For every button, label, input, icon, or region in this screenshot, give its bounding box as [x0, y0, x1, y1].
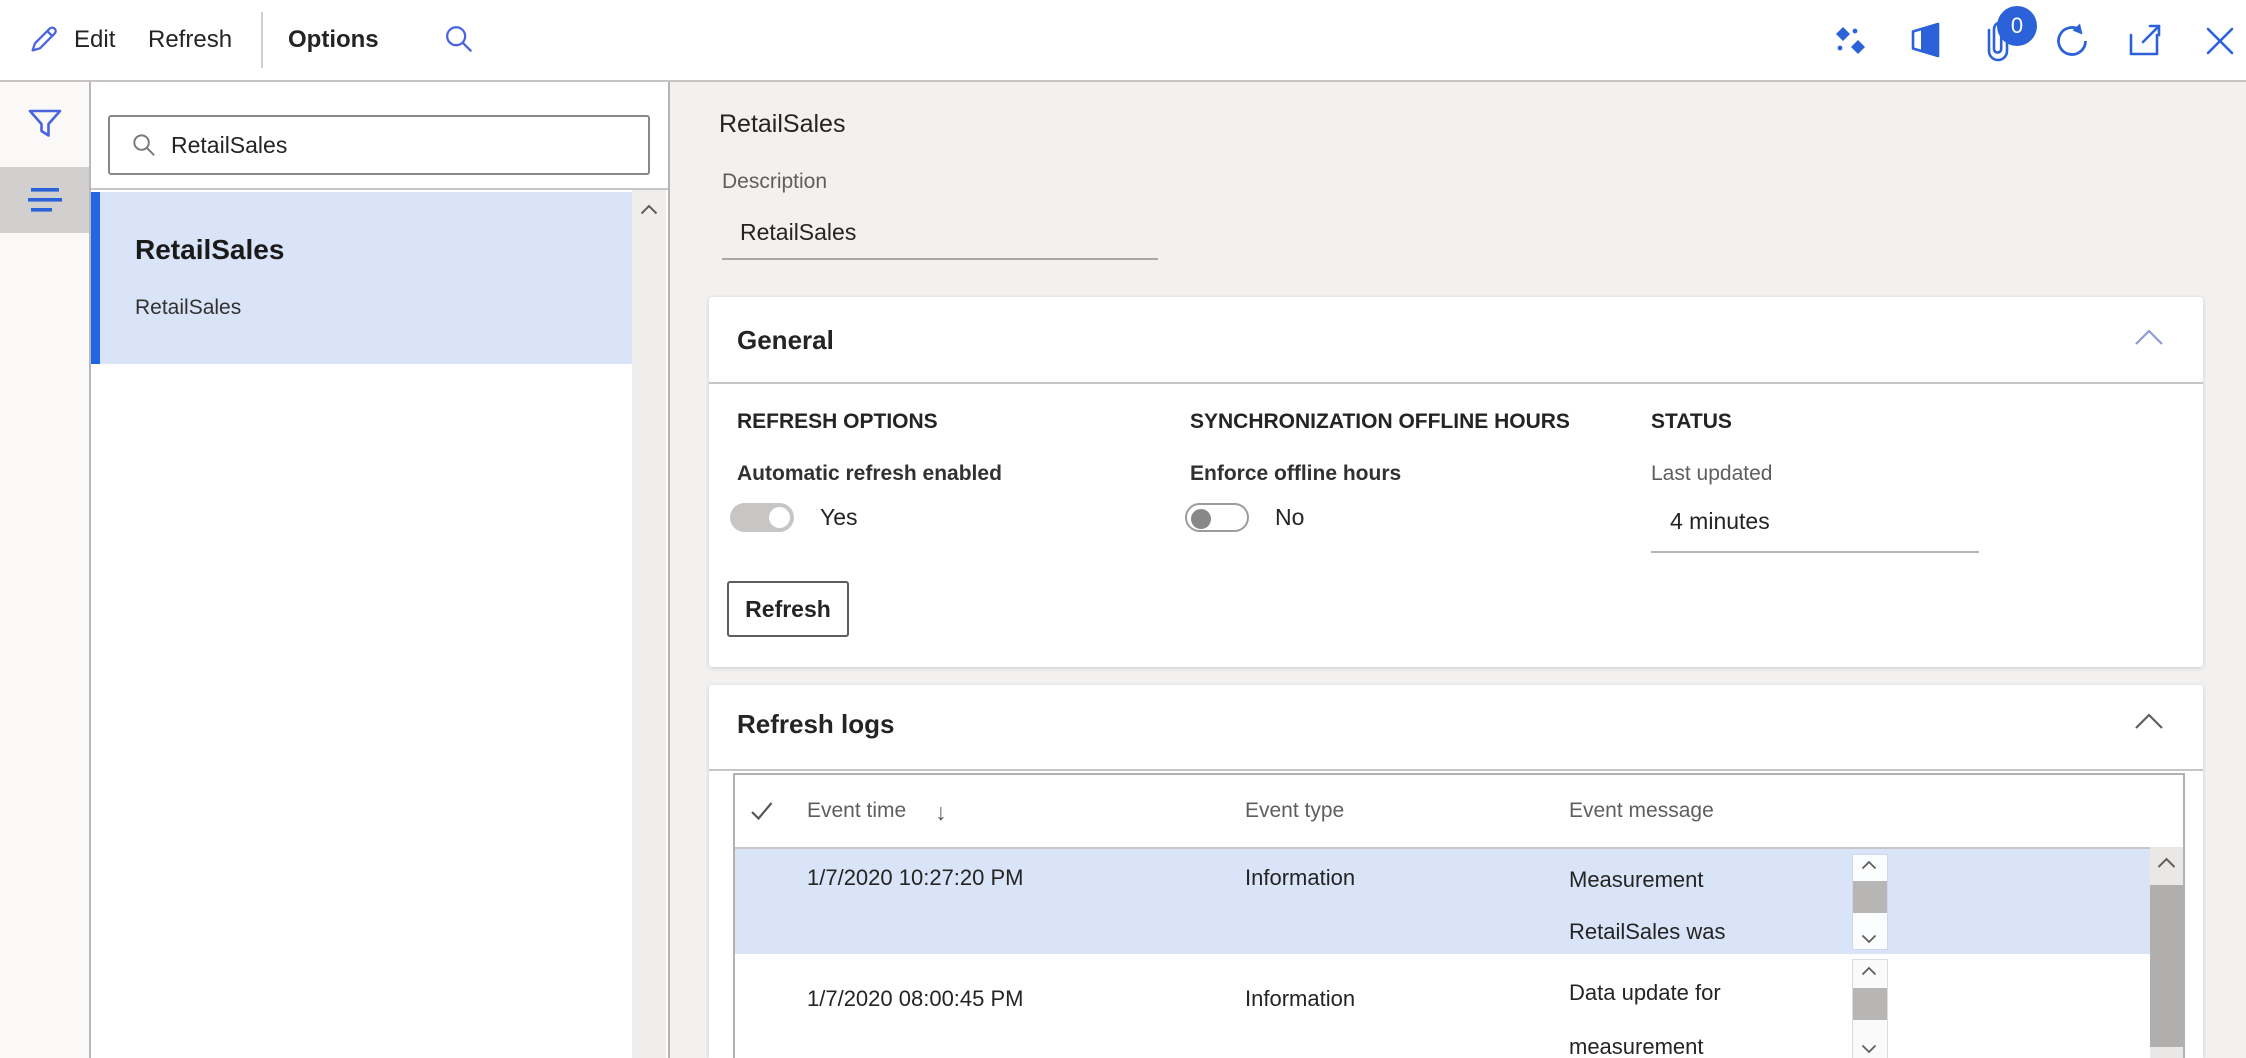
list-item-title: RetailSales: [135, 234, 284, 266]
attachments-count: 0: [2011, 13, 2023, 39]
filter-button[interactable]: [0, 94, 89, 156]
pencil-icon: [26, 23, 60, 57]
last-updated-field: [1651, 497, 1979, 553]
selection-bar: [91, 192, 100, 364]
office-icon[interactable]: [1906, 21, 1946, 61]
list-scroll-up-icon[interactable]: [640, 204, 658, 215]
refresh-logs-header[interactable]: Refresh logs: [709, 685, 2203, 769]
scroll-down-icon[interactable]: [1861, 934, 1877, 944]
refresh-button[interactable]: Refresh: [727, 581, 849, 637]
options-label: Options: [288, 26, 379, 54]
side-toolbar: [0, 82, 91, 1058]
enforce-offline-label: Enforce offline hours: [1190, 462, 1401, 486]
status-heading: STATUS: [1651, 410, 1732, 434]
auto-refresh-label: Automatic refresh enabled: [737, 462, 1002, 486]
table-scroll-up-icon[interactable]: [2157, 857, 2176, 869]
list-icon: [25, 185, 65, 215]
refresh-logs-title: Refresh logs: [737, 709, 895, 740]
refresh-logs-section: Refresh logs Event time: [709, 685, 2203, 1058]
page-title: RetailSales: [719, 110, 845, 139]
toggle-off-pill[interactable]: [1185, 503, 1249, 532]
options-button[interactable]: Options: [288, 0, 379, 80]
refresh-menu-button[interactable]: Refresh: [148, 0, 232, 80]
event-message-line2: measurement: [1569, 1034, 1839, 1058]
description-field: [722, 206, 1158, 260]
auto-refresh-value: Yes: [820, 504, 858, 531]
event-message-line2: RetailSales was: [1569, 919, 1839, 945]
last-updated-input[interactable]: [1668, 507, 1952, 536]
event-type-cell: Information: [1245, 865, 1355, 891]
open-new-window-icon[interactable]: [2126, 21, 2166, 61]
description-label: Description: [722, 170, 827, 194]
scrollbar-thumb[interactable]: [1853, 988, 1887, 1020]
list-divider: [91, 188, 668, 190]
sparkles-icon[interactable]: [1830, 21, 1870, 61]
list-view-button[interactable]: [0, 167, 89, 233]
filter-icon: [26, 107, 64, 143]
event-time-cell: 1/7/2020 10:27:20 PM: [807, 865, 1024, 891]
list-search-input[interactable]: [169, 131, 613, 160]
sync-offline-heading: SYNCHRONIZATION OFFLINE HOURS: [1190, 410, 1570, 434]
message-cell-scrollbar[interactable]: [1852, 854, 1888, 950]
description-input[interactable]: [738, 218, 1142, 247]
general-collapse-chevron-icon[interactable]: [2133, 327, 2165, 347]
close-icon[interactable]: [2200, 21, 2240, 61]
enforce-offline-toggle[interactable]: No: [1185, 503, 1304, 532]
list-item-retailsales[interactable]: RetailSales RetailSales: [91, 192, 632, 364]
refresh-logs-table: Event time ↓ Event type Event message 1/…: [733, 773, 2185, 1058]
scroll-up-icon[interactable]: [1861, 966, 1877, 976]
event-message-line1: Data update for: [1569, 980, 1839, 1006]
last-updated-label: Last updated: [1651, 462, 1772, 486]
toolbar-divider: [261, 12, 263, 68]
scroll-up-icon[interactable]: [1861, 860, 1877, 870]
toggle-on-pill[interactable]: [730, 503, 794, 532]
column-header-event-message[interactable]: Event message: [1569, 799, 1714, 823]
list-item-subtitle: RetailSales: [135, 296, 241, 320]
table-scrollbar[interactable]: [2150, 847, 2183, 1058]
command-bar: Edit Refresh Options: [0, 0, 2246, 82]
toolbar-search-button[interactable]: [442, 0, 476, 80]
toggle-knob: [769, 507, 790, 528]
table-header-row: Event time ↓ Event type Event message: [735, 775, 2183, 849]
log-row-2[interactable]: 1/7/2020 08:00:45 PM Information Data up…: [735, 954, 2183, 1058]
refresh-options-heading: REFRESH OPTIONS: [737, 410, 938, 434]
column-header-event-type[interactable]: Event type: [1245, 799, 1344, 823]
refresh-logs-header-rule: [709, 769, 2203, 771]
event-time-cell: 1/7/2020 08:00:45 PM: [807, 986, 1024, 1012]
refresh-logs-collapse-chevron-icon[interactable]: [2133, 711, 2165, 731]
log-row-1[interactable]: 1/7/2020 10:27:20 PM Information Measure…: [735, 849, 2183, 954]
refresh-page-icon[interactable]: [2052, 21, 2092, 61]
event-message-line1: Measurement: [1569, 867, 1839, 893]
refresh-menu-label: Refresh: [148, 26, 232, 54]
general-section: General REFRESH OPTIONS Automatic refres…: [709, 297, 2203, 667]
list-scrollbar[interactable]: [632, 190, 666, 1058]
record-list-panel: RetailSales RetailSales: [91, 82, 670, 1058]
search-icon: [442, 23, 476, 57]
list-search-box[interactable]: [108, 115, 650, 175]
app-window: Edit Refresh Options: [0, 0, 2246, 1058]
scroll-down-icon[interactable]: [1861, 1044, 1877, 1054]
enforce-offline-value: No: [1275, 504, 1304, 531]
general-header-rule: [709, 382, 2203, 384]
toggle-knob: [1191, 509, 1211, 529]
list-search-icon: [130, 132, 157, 159]
sort-descending-icon[interactable]: ↓: [935, 799, 947, 826]
main-content: RetailSales Description General REFRESH …: [670, 82, 2246, 1058]
event-type-cell: Information: [1245, 986, 1355, 1012]
attachments-count-badge: 0: [1997, 6, 2037, 46]
edit-button[interactable]: Edit: [26, 0, 115, 80]
column-header-event-time[interactable]: Event time: [807, 799, 906, 823]
select-all-check-icon[interactable]: [749, 799, 775, 823]
general-title: General: [737, 325, 834, 356]
auto-refresh-toggle[interactable]: Yes: [730, 503, 858, 532]
message-cell-scrollbar[interactable]: [1852, 959, 1888, 1058]
table-scrollbar-thumb[interactable]: [2150, 885, 2183, 1047]
general-header[interactable]: General: [709, 297, 2203, 382]
edit-label: Edit: [74, 26, 115, 54]
scrollbar-thumb[interactable]: [1853, 881, 1887, 913]
